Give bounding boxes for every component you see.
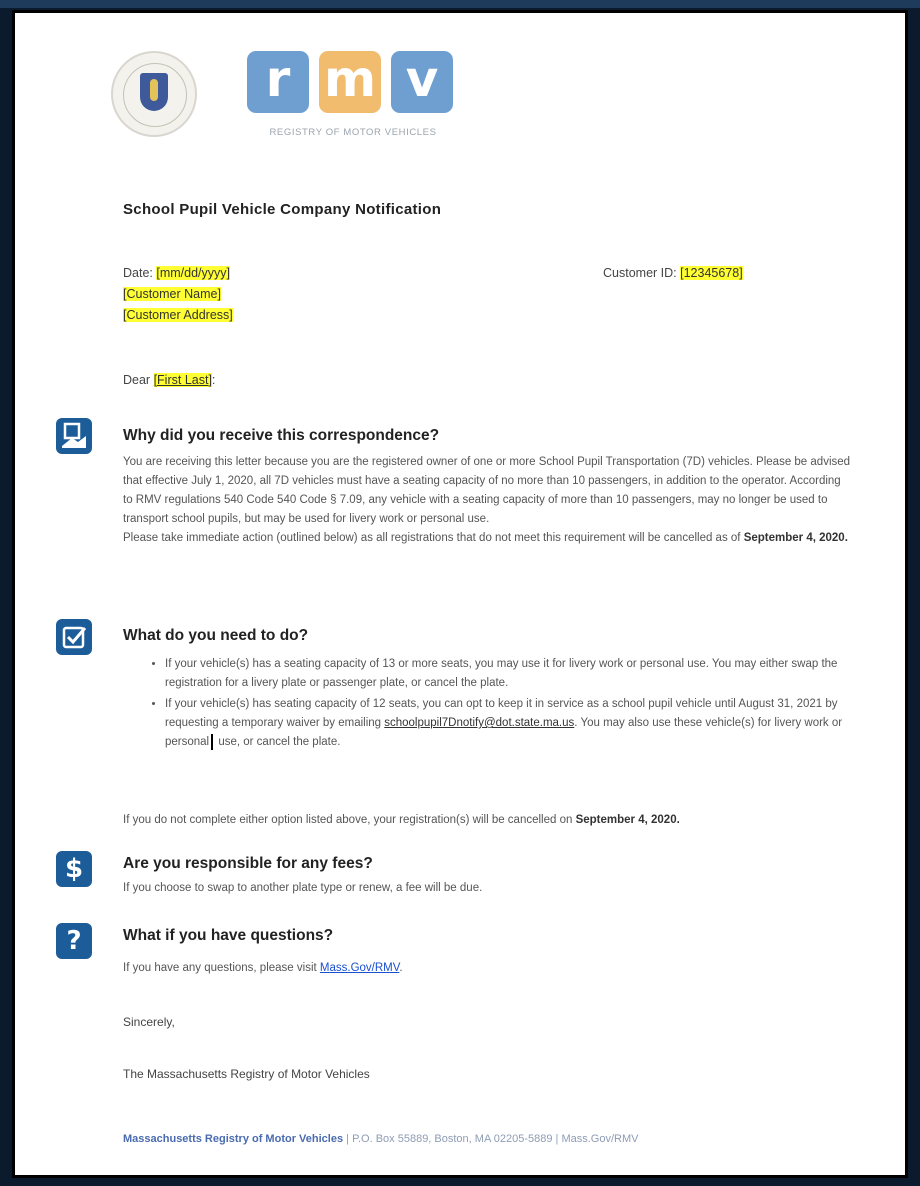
letter-page: r m v REGISTRY OF MOTOR VEHICLES School … — [12, 10, 908, 1178]
section-what-heading: What do you need to do? — [123, 627, 309, 644]
checkbox-icon — [56, 619, 92, 655]
footer-separator: | — [555, 1133, 559, 1145]
rmv-logo-tile-m: m — [319, 51, 381, 113]
customer-name-value: [Customer Name] — [123, 287, 221, 301]
customer-address: [Customer Address] — [123, 305, 233, 326]
date-value: [mm/dd/yyyy] — [156, 266, 230, 280]
salutation-prefix: Dear — [123, 373, 151, 387]
section-fees-body: If you choose to swap to another plate t… — [123, 882, 483, 894]
sign-off: Sincerely, — [123, 1015, 175, 1029]
rmv-logo-subtitle: REGISTRY OF MOTOR VEHICLES — [269, 127, 437, 138]
section-what-note: If you do not complete either option lis… — [123, 811, 853, 830]
dollar-icon: $ — [56, 851, 92, 887]
questions-suffix: . — [399, 962, 403, 974]
section-fees-heading: Are you responsible for any fees? — [123, 855, 373, 872]
section-why-heading: Why did you receive this correspondence? — [123, 427, 440, 444]
footer-address: P.O. Box 55889, Boston, MA 02205-5889 — [352, 1133, 553, 1145]
customer-name: [Customer Name] — [123, 284, 221, 305]
section-why-action-text: Please take immediate action (outlined b… — [123, 532, 741, 544]
document-hand-icon — [56, 418, 92, 454]
bullet-1-text: If your vehicle(s) has a seating capacit… — [165, 658, 838, 689]
customer-id-value: [12345678] — [680, 266, 743, 280]
section-questions-heading: What if you have questions? — [123, 927, 334, 944]
list-item: If your vehicle(s) has seating capacity … — [165, 695, 865, 752]
footer-separator: | — [346, 1133, 349, 1145]
seal-figure — [150, 79, 158, 101]
date-label: Date: — [123, 266, 153, 280]
rmv-logo-tile-v: v — [391, 51, 453, 113]
bullet-2-suffix-end: use, or cancel the plate. — [218, 736, 341, 748]
massachusetts-seal-icon — [111, 51, 197, 137]
section-what-note-text: If you do not complete either option lis… — [123, 814, 573, 826]
footer-org: Massachusetts Registry of Motor Vehicles — [123, 1133, 344, 1145]
document-title: School Pupil Vehicle Company Notificatio… — [123, 201, 442, 218]
section-what-note-date: September 4, 2020. — [575, 814, 680, 826]
question-icon: ? — [56, 923, 92, 959]
signature: The Massachusetts Registry of Motor Vehi… — [123, 1067, 370, 1081]
customer-id-label: Customer ID: — [603, 266, 677, 280]
text-cursor — [211, 733, 214, 750]
date-line: Date: [mm/dd/yyyy] — [123, 263, 230, 284]
section-why-body: You are receiving this letter because yo… — [123, 453, 853, 548]
footer-site: Mass.Gov/RMV — [561, 1133, 639, 1145]
salutation-name: [First Last] — [153, 373, 212, 387]
mass-gov-rmv-link[interactable]: Mass.Gov/RMV — [320, 962, 399, 974]
customer-id: Customer ID: [12345678] — [603, 263, 743, 284]
waiver-email-link[interactable]: schoolpupil7Dnotify@dot.state.ma.us — [384, 717, 574, 729]
salutation: Dear [First Last]: — [123, 373, 215, 387]
rmv-logo-tile-r: r — [247, 51, 309, 113]
customer-address-value: [Customer Address] — [123, 308, 233, 322]
section-what-list: If your vehicle(s) has a seating capacit… — [145, 655, 865, 754]
letter-footer: Massachusetts Registry of Motor Vehicles… — [123, 1133, 638, 1145]
window-top-strip — [0, 0, 920, 8]
list-item: If your vehicle(s) has a seating capacit… — [165, 655, 865, 693]
section-questions-body: If you have any questions, please visit … — [123, 959, 853, 978]
section-why-deadline: September 4, 2020. — [743, 532, 848, 544]
rmv-logo: r m v REGISTRY OF MOTOR VEHICLES — [247, 51, 459, 151]
questions-text: If you have any questions, please visit — [123, 962, 317, 974]
salutation-suffix: : — [211, 373, 216, 387]
section-why-text: You are receiving this letter because yo… — [123, 456, 851, 525]
